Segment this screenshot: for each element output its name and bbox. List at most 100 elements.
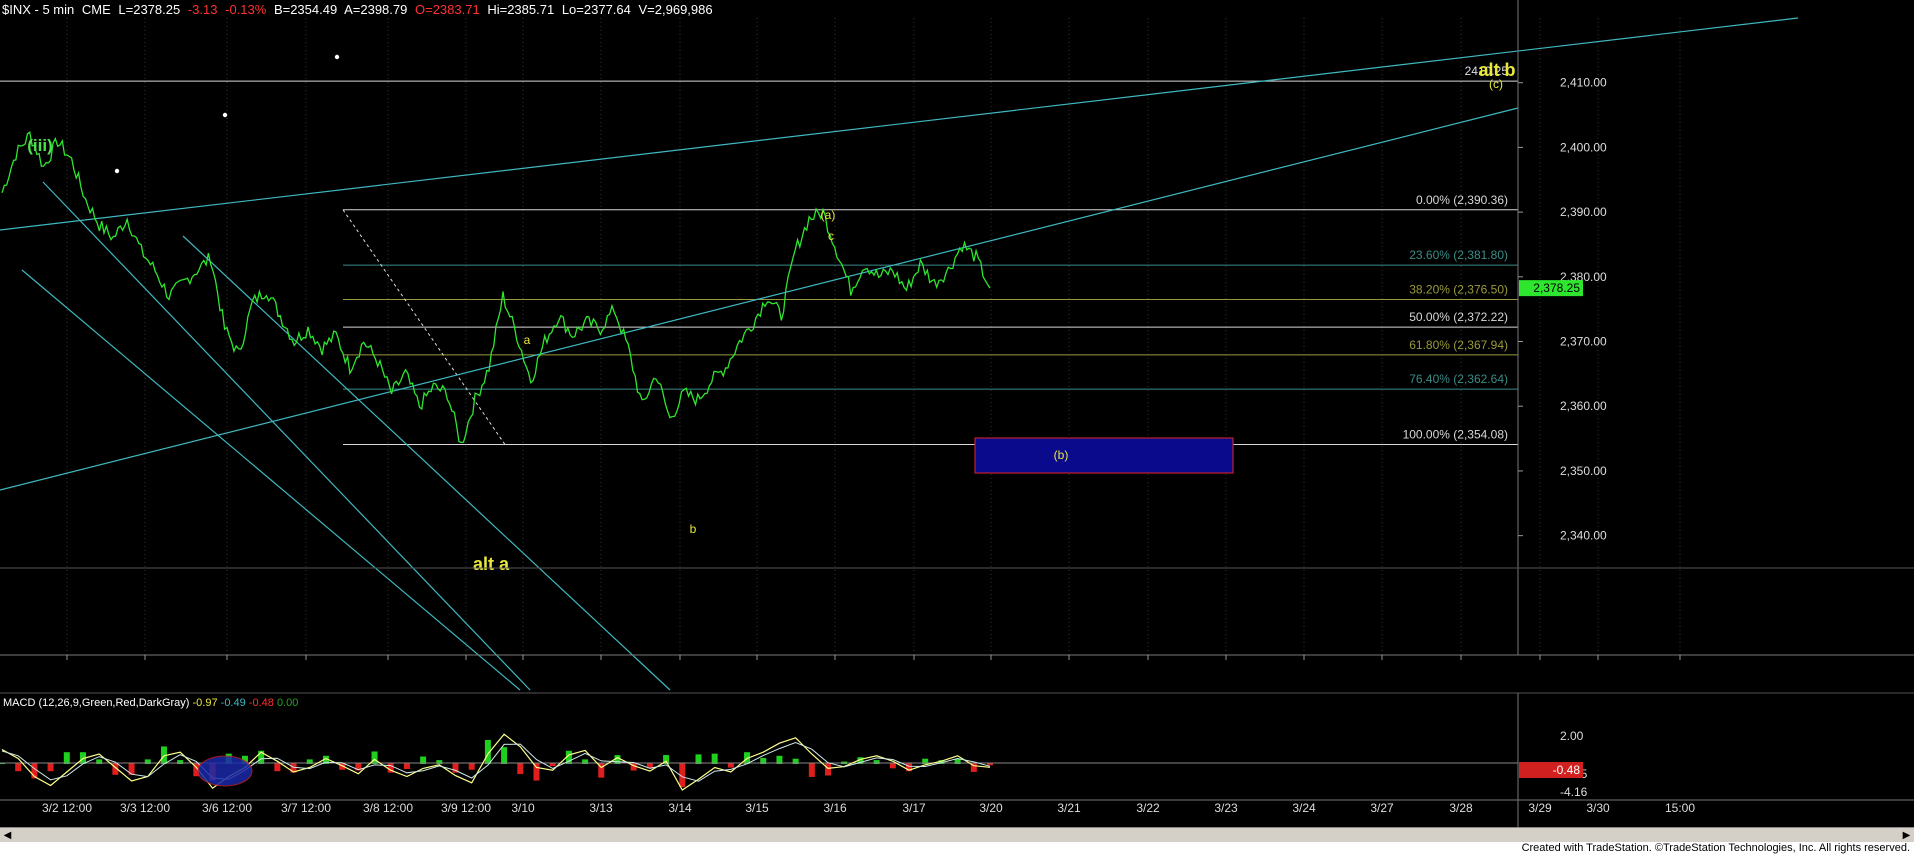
channel-point	[334, 54, 340, 60]
price-chart: 2410.250.00% (2,390.36)23.60% (2,381.80)…	[0, 0, 1914, 827]
macd-y-tick-label: -4.16	[1560, 785, 1588, 799]
footer-text: Created with TradeStation. ©TradeStation…	[1521, 842, 1910, 854]
macd-histogram-bar	[371, 751, 378, 764]
ask-price: A=2398.79	[344, 2, 408, 17]
x-tick-label: 3/29	[1528, 801, 1552, 815]
wave-b-label: b	[690, 522, 697, 536]
last-price-label: 2,378.25	[1533, 281, 1580, 295]
trend-lines	[0, 17, 1799, 691]
channel-point	[222, 112, 228, 118]
macd-histogram-bar	[711, 753, 718, 764]
macd-histogram-bar	[501, 747, 508, 764]
y-tick-label: 2,410.00	[1560, 76, 1607, 90]
macd-value-1: -0.97	[193, 697, 221, 709]
macd-histogram-bar	[47, 763, 54, 772]
trend-line	[0, 17, 1799, 231]
exchange-label: CME	[81, 2, 111, 17]
fib-label: 50.00% (2,372.22)	[1409, 310, 1508, 324]
x-tick-label: 3/3 12:00	[120, 801, 170, 815]
price-series	[1, 131, 991, 444]
x-tick-label: 3/7 12:00	[281, 801, 331, 815]
x-tick-label: 3/23	[1214, 801, 1238, 815]
x-tick-label: 3/17	[902, 801, 926, 815]
y-tick-label: 2,360.00	[1560, 399, 1607, 413]
symbol-label: $INX - 5 min	[2, 2, 75, 17]
fib-label: 0.00% (2,390.36)	[1416, 193, 1508, 207]
wave-b-paren-label: (b)	[1054, 448, 1069, 462]
macd-highlight-ellipse	[197, 755, 253, 787]
price-line	[1, 131, 991, 444]
volume: V=2,969,986	[638, 2, 713, 17]
macd-value-2: -0.49	[221, 697, 249, 709]
macd-last-label: -0.48	[1553, 763, 1581, 777]
chart-header: $INX - 5 min CME L=2378.25 -3.13 -0.13% …	[2, 2, 717, 17]
x-tick-label: 3/15	[745, 801, 769, 815]
macd-histogram-bar	[808, 763, 815, 777]
open-price: O=2383.71	[415, 2, 480, 17]
x-tick-label: 3/21	[1057, 801, 1081, 815]
x-tick-label: 3/24	[1292, 801, 1316, 815]
trend-line	[182, 235, 671, 691]
macd-histogram-bar	[15, 763, 22, 772]
x-tick-label: 3/9 12:00	[441, 801, 491, 815]
y-tick-label: 2,350.00	[1560, 464, 1607, 478]
x-tick-label: 3/22	[1136, 801, 1160, 815]
macd-histogram-bar	[468, 763, 475, 770]
wave-a-label: a	[524, 333, 531, 347]
scroll-left-icon[interactable]: ◀	[0, 828, 15, 843]
macd-histogram-bar	[889, 763, 896, 769]
macd-histogram-bar	[825, 763, 832, 776]
macd-title: MACD (12,26,9,Green,Red,DarkGray)	[3, 697, 193, 709]
price-change: -3.13	[187, 2, 218, 17]
fib-levels: 2410.250.00% (2,390.36)23.60% (2,381.80)…	[0, 64, 1518, 446]
wave-a-paren-label: (a)	[821, 208, 836, 222]
x-tick-label: 3/8 12:00	[363, 801, 413, 815]
macd-histogram-bar	[403, 763, 410, 770]
y-tick-label: 2,370.00	[1560, 335, 1607, 349]
macd-histogram-bar	[274, 763, 281, 772]
wave-alt-a-label: alt a	[473, 554, 510, 574]
macd-value-3: -0.48	[249, 697, 277, 709]
wave-annotations: (iii)alt aalt b(c)abc(a)(b)	[27, 60, 1515, 574]
macd-histogram-bar	[727, 763, 734, 768]
x-tick-label: 3/30	[1586, 801, 1610, 815]
y-tick-label: 2,390.00	[1560, 205, 1607, 219]
x-tick-label: 3/6 12:00	[202, 801, 252, 815]
wave-iii-label: (iii)	[27, 136, 53, 155]
low-price: Lo=2377.64	[561, 2, 631, 17]
x-tick-label: 15:00	[1665, 801, 1695, 815]
footer-credits: Created with TradeStation. ©TradeStation…	[0, 842, 1914, 856]
macd-title-row: MACD (12,26,9,Green,Red,DarkGray) -0.97 …	[3, 697, 298, 709]
fib-label: 61.80% (2,367.94)	[1409, 338, 1508, 352]
grid-layer	[66, 18, 1681, 655]
macd-y-tick-label: 2.00	[1560, 729, 1584, 743]
macd-value-4: 0.00	[277, 697, 298, 709]
x-tick-label: 3/13	[589, 801, 613, 815]
x-tick-label: 3/28	[1449, 801, 1473, 815]
channel-point	[114, 168, 120, 174]
horizontal-scrollbar[interactable]: ◀ ▶	[0, 827, 1914, 843]
macd-histogram-bar	[517, 763, 524, 775]
wave-b-target-box	[974, 437, 1234, 474]
y-tick-label: 2,340.00	[1560, 529, 1607, 543]
time-axis: 3/2 12:00 3/3 12:00 3/6 12:00 3/7 12:00 3/8 …	[42, 655, 1695, 815]
x-tick-label: 3/14	[668, 801, 692, 815]
fib-label: 23.60% (2,381.80)	[1409, 248, 1508, 262]
wave-c-paren-label: (c)	[1489, 77, 1503, 91]
wave-c-label: c	[828, 229, 834, 243]
x-tick-label: 3/27	[1370, 801, 1394, 815]
bid-price: B=2354.49	[273, 2, 338, 17]
trend-line	[42, 181, 531, 691]
x-tick-label: 3/16	[823, 801, 847, 815]
y-tick-label: 2,400.00	[1560, 140, 1607, 154]
fib-label: 38.20% (2,376.50)	[1409, 282, 1508, 296]
fib-label: 76.40% (2,362.64)	[1409, 372, 1508, 386]
macd-histogram-bar	[63, 752, 70, 764]
x-tick-label: 3/2 12:00	[42, 801, 92, 815]
price-change-pct: -0.13%	[225, 2, 267, 17]
x-tick-label: 3/20	[979, 801, 1003, 815]
high-price: Hi=2385.71	[487, 2, 555, 17]
last-price: L=2378.25	[118, 2, 181, 17]
fib-label: 100.00% (2,354.08)	[1403, 428, 1508, 442]
scroll-right-icon[interactable]: ▶	[1899, 828, 1914, 843]
